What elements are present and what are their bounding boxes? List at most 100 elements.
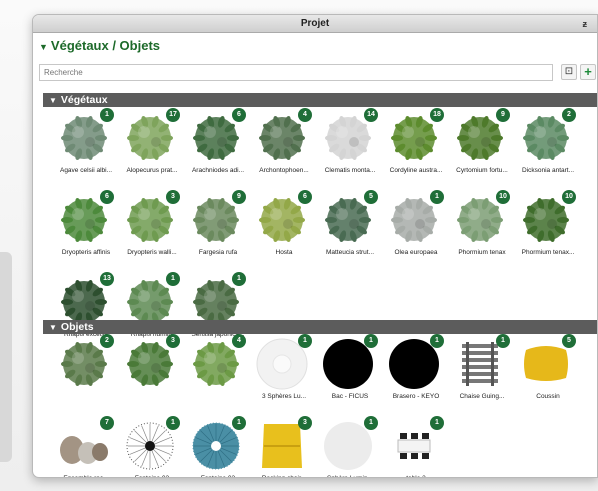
item-label: Cordyline austra...: [389, 167, 443, 174]
catalog-item[interactable]: 5 Matteucia strut...: [317, 190, 383, 276]
item-label: Ensemble roc...: [49, 475, 123, 477]
catalog-item[interactable]: 4: [185, 334, 251, 420]
catalog-item[interactable]: 1 Brasero - KEYO: [383, 334, 449, 420]
count-badge: 1: [364, 416, 378, 430]
count-badge: 18: [430, 108, 444, 122]
catalog-item[interactable]: 6 Dryopteris affinis: [53, 190, 119, 276]
count-badge: 4: [298, 108, 312, 122]
catalog-item[interactable]: 3Rocking chair...: [251, 416, 317, 477]
panel-title-text: Végétaux / Objets: [50, 38, 161, 53]
item-label: Arachniodes adi...: [191, 167, 245, 174]
count-badge: 1: [364, 334, 378, 348]
count-badge: 17: [166, 108, 180, 122]
catalog-item[interactable]: 1Sphère Lumin...: [317, 416, 383, 477]
catalog-item[interactable]: 1 Agave celsii albi...: [53, 108, 119, 194]
count-badge: 2: [562, 108, 576, 122]
section-title: Objets: [60, 321, 94, 333]
catalog-item[interactable]: 1table 3: [383, 416, 449, 477]
catalog-item[interactable]: 4 Archontophoen...: [251, 108, 317, 194]
catalog-item[interactable]: 14 Clematis monta...: [317, 108, 383, 194]
item-label: Sphère Lumin...: [313, 475, 387, 477]
catalog-item[interactable]: 3 Dryopteris walli...: [119, 190, 185, 276]
count-badge: 3: [166, 334, 180, 348]
panel-title[interactable]: ▼ Végétaux / Objets: [39, 38, 160, 53]
catalog-item[interactable]: 1Fontaine 02: [119, 416, 185, 477]
item-label: table 3: [379, 475, 453, 477]
view-toggle-button[interactable]: ⊡: [561, 64, 577, 80]
search-input[interactable]: [39, 64, 553, 81]
count-badge: 6: [298, 190, 312, 204]
catalog-item[interactable]: 18 Cordyline austra...: [383, 108, 449, 194]
count-badge: 6: [100, 190, 114, 204]
window-titlebar[interactable]: Projet ᵶ: [33, 15, 597, 33]
item-label: Hosta: [275, 249, 293, 256]
count-badge: 3: [166, 190, 180, 204]
catalog-item[interactable]: 3: [119, 334, 185, 420]
count-badge: 10: [496, 190, 510, 204]
item-label: Dryopteris walli...: [127, 249, 177, 256]
item-label: Matteucia strut...: [325, 249, 375, 256]
catalog-item[interactable]: 9 Cyrtomium fortu...: [449, 108, 515, 194]
catalog-item[interactable]: 1 Chaise Guing...: [449, 334, 515, 420]
count-badge: 9: [496, 108, 510, 122]
count-badge: 14: [364, 108, 378, 122]
catalog-item[interactable]: 1Fontaine 03: [185, 416, 251, 477]
count-badge: 5: [364, 190, 378, 204]
catalog-item[interactable]: 1 3 Sphères Lu...: [251, 334, 317, 420]
section-title: Végétaux: [60, 94, 108, 106]
count-badge: 1: [166, 272, 180, 286]
catalog-item[interactable]: 6 Arachniodes adi...: [185, 108, 251, 194]
catalog-item[interactable]: 1 Bac - FICUS: [317, 334, 383, 420]
item-label: Cyrtomium fortu...: [456, 167, 508, 174]
add-button[interactable]: +: [580, 64, 596, 80]
count-badge: 13: [100, 272, 114, 286]
item-label: Clematis monta...: [324, 167, 376, 174]
count-badge: 1: [430, 416, 444, 430]
item-label: Archontophoen...: [259, 167, 309, 174]
collapse-triangle-icon[interactable]: ▼: [49, 323, 57, 332]
item-label: Dryopteris affinis: [61, 249, 111, 256]
catalog-item[interactable]: 1 Olea europaea: [383, 190, 449, 276]
count-badge: 1: [166, 416, 180, 430]
item-label: Fargesia rufa: [198, 249, 238, 256]
item-label: Chaise Guing...: [459, 393, 505, 400]
item-label: Coussin: [536, 393, 560, 400]
section-header-plants[interactable]: ▼ Végétaux: [43, 93, 597, 107]
count-badge: 4: [232, 334, 246, 348]
search-row: ⊡ + ■: [39, 64, 596, 82]
item-label: Olea europaea: [394, 249, 438, 256]
background-window-edge: [0, 252, 12, 462]
pin-icon[interactable]: ᵶ: [583, 15, 588, 33]
item-label: Brasero - KEYO: [392, 393, 440, 400]
item-label: Agave celsii albi...: [59, 167, 113, 174]
item-label: Fontaine 03: [181, 475, 255, 477]
item-label: Fontaine 02: [115, 475, 189, 477]
catalog-item[interactable]: 9 Fargesia rufa: [185, 190, 251, 276]
catalog-item[interactable]: 5 Coussin: [515, 334, 581, 420]
collapse-triangle-icon[interactable]: ▼: [49, 96, 57, 105]
collapse-triangle-icon[interactable]: ▼: [39, 42, 48, 52]
catalog-item[interactable]: 2: [53, 334, 119, 420]
count-badge: 1: [430, 334, 444, 348]
count-badge: 10: [562, 190, 576, 204]
item-label: Dicksonia antart...: [521, 167, 575, 174]
item-label: Alopecurus prat...: [126, 167, 178, 174]
catalog-item[interactable]: 10 Phormium tenax...: [515, 190, 581, 276]
catalog-item[interactable]: 17 Alopecurus prat...: [119, 108, 185, 194]
item-label: 3 Sphères Lu...: [261, 393, 307, 400]
section-header-objects[interactable]: ▼ Objets: [43, 320, 597, 334]
count-badge: 1: [232, 416, 246, 430]
count-badge: 9: [232, 190, 246, 204]
catalog-item[interactable]: 2 Dicksonia antart...: [515, 108, 581, 194]
count-badge: 3: [298, 416, 312, 430]
item-label: Rocking chair...: [247, 475, 321, 477]
count-badge: 1: [232, 272, 246, 286]
count-badge: 7: [100, 416, 114, 430]
project-window: Projet ᵶ ▼Végétaux / Objets ⊡ + ■ ▼Végét…: [32, 14, 598, 478]
catalog-item[interactable]: 10 Phormium tenax: [449, 190, 515, 276]
count-badge: 1: [100, 108, 114, 122]
catalog-item[interactable]: 7Ensemble roc...: [53, 416, 119, 477]
window-title: Projet: [300, 18, 330, 29]
catalog-item[interactable]: 6 Hosta: [251, 190, 317, 276]
count-badge: 5: [562, 334, 576, 348]
